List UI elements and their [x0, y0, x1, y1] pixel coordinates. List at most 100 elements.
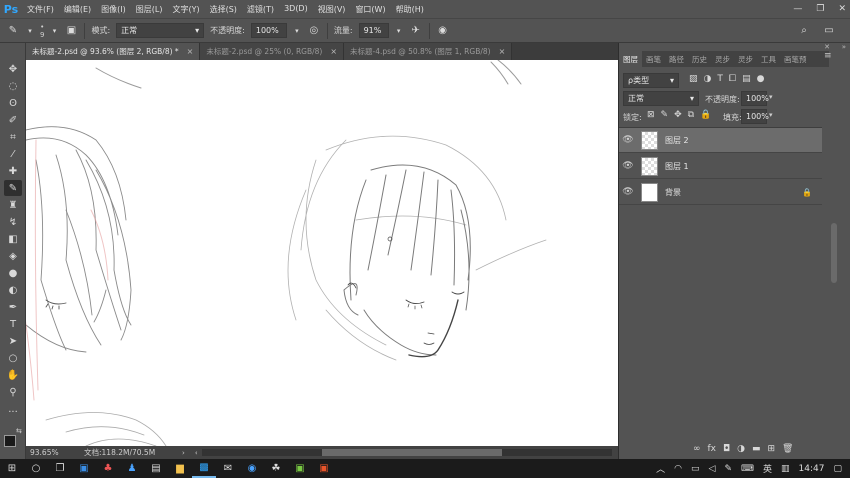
vertical-scrollbar[interactable] [829, 163, 839, 393]
menu-item[interactable]: 视图(V) [313, 4, 351, 15]
collapse-icon[interactable]: » [842, 43, 846, 51]
close-icon[interactable]: × [499, 47, 506, 56]
fill-input[interactable]: 100% [741, 109, 769, 124]
new-group-icon[interactable]: ▬ [752, 444, 761, 454]
link-layers-icon[interactable]: ∞ [693, 444, 701, 454]
document-tab[interactable]: 未标题-2.psd @ 93.6% (图层 2, RGB/8) * × [26, 43, 201, 60]
adjustment-layer-icon[interactable]: ◑ [737, 444, 745, 454]
app-icon[interactable]: ♟ [120, 459, 144, 478]
menu-item[interactable]: 文件(F) [22, 4, 59, 15]
panel-tab[interactable]: 路径 [665, 51, 688, 67]
document-tab[interactable]: 未标题-2.psd @ 25% (0, RGB/8) × [200, 43, 345, 60]
menu-item[interactable]: 图像(I) [96, 4, 131, 15]
action-center-icon[interactable]: ▢ [833, 464, 842, 474]
lock-image-icon[interactable]: ✎ [661, 110, 669, 120]
panel-tab[interactable]: 灵步 [734, 51, 757, 67]
search-icon[interactable]: ○ [24, 459, 48, 478]
brush-tool-icon[interactable]: ✎ [6, 24, 20, 38]
eye-icon[interactable]: 👁 [619, 135, 637, 145]
brush-panel-icon[interactable]: ▣ [64, 24, 78, 38]
add-mask-icon[interactable]: ◘ [723, 444, 730, 454]
path-select-tool-icon[interactable]: ➤ [4, 333, 22, 349]
marquee-tool-icon[interactable]: ◌ [4, 78, 22, 94]
clone-stamp-tool-icon[interactable]: ♜ [4, 197, 22, 213]
layer-opacity-input[interactable]: 100% [741, 91, 769, 106]
chevron-down-icon[interactable]: ▾ [26, 24, 34, 38]
swap-colors-icon[interactable]: ⇆ [16, 427, 22, 435]
app-icon[interactable]: ▣ [72, 459, 96, 478]
airbrush-icon[interactable]: ✈ [409, 24, 423, 38]
menu-item[interactable]: 滤镜(T) [242, 4, 279, 15]
layer-filter-select[interactable]: ρ类型 ▾ [623, 73, 679, 88]
menu-item[interactable]: 选择(S) [205, 4, 242, 15]
pen-tool-icon[interactable]: ✒ [4, 299, 22, 315]
close-icon[interactable]: × [187, 47, 194, 56]
volume-icon[interactable]: ◁ [709, 464, 716, 474]
close-icon[interactable]: ✕ [838, 4, 846, 14]
crop-tool-icon[interactable]: ⌗ [4, 129, 22, 145]
ink-icon[interactable]: ✎ [724, 464, 732, 474]
menu-item[interactable]: 编辑(E) [59, 4, 96, 15]
blend-mode-select[interactable]: 正常 ▾ [623, 91, 699, 106]
layer-style-icon[interactable]: fx [708, 444, 717, 454]
menu-item[interactable]: 帮助(H) [391, 4, 429, 15]
dodge-tool-icon[interactable]: ◐ [4, 282, 22, 298]
zoom-tool-icon[interactable]: ⚲ [4, 384, 22, 400]
workspace-icon[interactable]: ▭ [822, 24, 836, 38]
chevron-up-icon[interactable]: ︿ [656, 462, 665, 475]
history-brush-tool-icon[interactable]: ↯ [4, 214, 22, 230]
layer-row[interactable]: 👁 图层 1 [619, 154, 822, 179]
app-icon[interactable]: ▤ [144, 459, 168, 478]
clock[interactable]: 14:47 [799, 464, 825, 474]
lock-all-icon[interactable]: 🔒 [700, 110, 711, 120]
delete-layer-icon[interactable]: 🗑 [782, 444, 793, 454]
brush-tool-icon[interactable]: ✎ [4, 180, 22, 196]
browser-icon[interactable]: ◉ [240, 459, 264, 478]
app-icon[interactable]: ▣ [288, 459, 312, 478]
keyboard-icon[interactable]: ⌨ [741, 464, 754, 474]
chevron-down-icon[interactable]: ▾ [50, 24, 58, 38]
search-icon[interactable]: ⌕ [797, 24, 811, 38]
lock-position-icon[interactable]: ✥ [674, 110, 682, 120]
move-tool-icon[interactable]: ✥ [4, 61, 22, 77]
app-icon[interactable]: ▣ [312, 459, 336, 478]
hand-tool-icon[interactable]: ✋ [4, 367, 22, 383]
app-icon[interactable]: ☘ [264, 459, 288, 478]
chevron-down-icon[interactable]: ▾ [293, 24, 301, 38]
pressure-size-icon[interactable]: ◉ [436, 24, 450, 38]
app-icon[interactable]: ♣ [96, 459, 120, 478]
panel-tab[interactable]: 历史 [688, 51, 711, 67]
panel-tab[interactable]: 工具 [757, 51, 780, 67]
restore-icon[interactable]: ❐ [816, 4, 824, 14]
brush-size-preset[interactable]: • 9 [40, 23, 44, 39]
panel-tab[interactable]: 画笔 [642, 51, 665, 67]
type-filter-icon[interactable]: T [717, 74, 723, 84]
scrollbar-thumb[interactable] [831, 223, 837, 283]
smart-object-filter-icon[interactable]: ▤ [742, 74, 751, 84]
healing-brush-tool-icon[interactable]: ✚ [4, 163, 22, 179]
menu-item[interactable]: 窗口(W) [350, 4, 390, 15]
flow-input[interactable]: 91% [358, 23, 389, 38]
scrollbar-thumb[interactable] [321, 449, 502, 456]
layer-row[interactable]: 👁 背景 🔒 [619, 180, 822, 205]
chevron-down-icon[interactable]: ▾ [769, 111, 773, 119]
panel-menu-icon[interactable]: ≡ [824, 51, 832, 61]
new-layer-icon[interactable]: ⊞ [768, 444, 776, 454]
lasso-tool-icon[interactable]: ʘ [4, 95, 22, 111]
shape-filter-icon[interactable]: ⧠ [729, 74, 736, 84]
close-icon[interactable]: × [330, 47, 337, 56]
shape-tool-icon[interactable]: ○ [4, 350, 22, 366]
notification-icon[interactable]: ▥ [781, 464, 790, 474]
panel-tab[interactable]: 图层 [619, 51, 642, 67]
foreground-color-swatch[interactable] [4, 435, 16, 447]
wifi-icon[interactable]: ◠ [674, 464, 682, 474]
lock-artboard-icon[interactable]: ⧉ [688, 110, 694, 120]
lock-transparent-icon[interactable]: ⊠ [647, 110, 655, 120]
chevron-down-icon[interactable]: ▾ [769, 93, 773, 101]
paint-bucket-tool-icon[interactable]: ◈ [4, 248, 22, 264]
network-icon[interactable]: ▭ [691, 464, 700, 474]
menu-item[interactable]: 文字(Y) [167, 4, 204, 15]
layer-row[interactable]: 👁 图层 2 [619, 128, 822, 153]
blur-tool-icon[interactable]: ● [4, 265, 22, 281]
image-filter-icon[interactable]: ▨ [689, 74, 698, 84]
